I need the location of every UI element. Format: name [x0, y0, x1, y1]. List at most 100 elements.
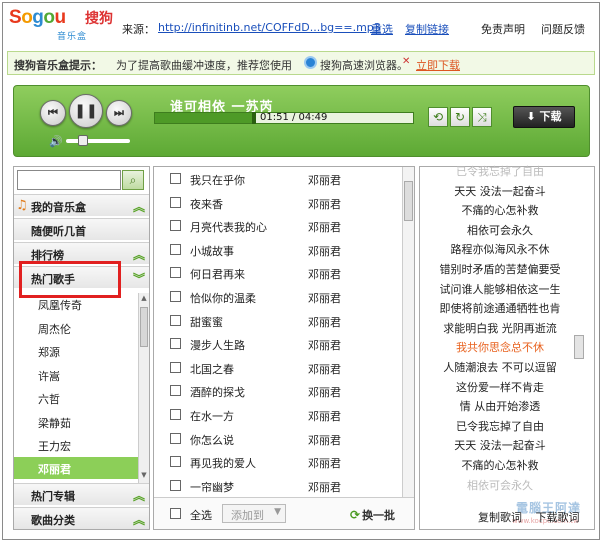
add-to-dropdown[interactable]: 添加到 ▼ — [222, 504, 286, 523]
song-artist[interactable]: 邓丽君 — [308, 172, 341, 188]
copy-lyrics-button[interactable]: 复制歌词 — [478, 511, 522, 524]
progress-knob[interactable] — [251, 112, 256, 124]
scroll-up-icon[interactable]: ▲ — [140, 294, 148, 304]
song-artist[interactable]: 邓丽君 — [308, 219, 341, 235]
song-artist[interactable]: 邓丽君 — [308, 361, 341, 377]
song-row[interactable]: 一帘幽梦 邓丽君 — [154, 475, 402, 499]
song-row[interactable]: 北国之春 邓丽君 — [154, 357, 402, 381]
artist-item[interactable]: 王力宏 — [14, 434, 138, 456]
download-button[interactable]: ⬇ 下载 — [513, 106, 575, 128]
song-name[interactable]: 你怎么说 — [190, 432, 234, 448]
repeat-button[interactable]: ⟲ — [428, 107, 448, 127]
song-checkbox[interactable] — [170, 338, 181, 350]
song-checkbox[interactable] — [170, 196, 181, 208]
chevron-up-icon[interactable]: ︽ — [133, 246, 145, 263]
volume-knob[interactable] — [78, 135, 88, 146]
song-artist[interactable]: 邓丽君 — [308, 384, 341, 400]
sidebar-hot-albums[interactable]: 热门专辑 ︽ — [14, 483, 149, 505]
download-lyrics-button[interactable]: 下载歌词 — [536, 511, 580, 524]
song-artist[interactable]: 邓丽君 — [308, 337, 341, 353]
lyrics-scrollbar[interactable] — [574, 335, 584, 359]
song-checkbox[interactable] — [170, 173, 181, 184]
chevron-up-icon[interactable]: ︽ — [133, 487, 145, 504]
artist-item[interactable]: 郑源 — [14, 340, 138, 362]
artist-item[interactable]: 许嵩 — [14, 364, 138, 386]
song-row[interactable]: 在水一方 邓丽君 — [154, 404, 402, 428]
volume-slider[interactable] — [66, 139, 130, 143]
song-name[interactable]: 恰似你的温柔 — [190, 290, 256, 306]
song-name[interactable]: 漫步人生路 — [190, 337, 245, 353]
chevron-down-icon[interactable]: ︾ — [133, 270, 145, 287]
song-name[interactable]: 一帘幽梦 — [190, 479, 234, 495]
song-list-scrollbar[interactable] — [402, 167, 414, 497]
artist-scrollbar[interactable]: ▲ ▼ — [138, 293, 149, 483]
shuffle-button[interactable]: ⤨ — [472, 107, 492, 127]
song-artist[interactable]: 邓丽君 — [308, 290, 341, 306]
song-checkbox[interactable] — [170, 220, 181, 232]
song-row[interactable]: 夜来香 邓丽君 — [154, 192, 402, 216]
sidebar-random[interactable]: 随便听几首 — [14, 218, 149, 240]
song-checkbox[interactable] — [170, 267, 181, 279]
chevron-up-icon[interactable]: ︽ — [133, 511, 145, 528]
song-checkbox[interactable] — [170, 361, 181, 373]
song-artist[interactable]: 邓丽君 — [308, 266, 341, 282]
sidebar-my-music[interactable]: ♫ 我的音乐盒 ︽ — [14, 194, 149, 216]
search-button[interactable]: ⌕ — [122, 170, 144, 190]
song-name[interactable]: 甜蜜蜜 — [190, 314, 223, 330]
download-now-link[interactable]: 立即下载 — [416, 57, 460, 73]
disclaimer-link[interactable]: 免责声明 — [481, 21, 525, 37]
song-name[interactable]: 何日君再来 — [190, 266, 245, 282]
song-checkbox[interactable] — [170, 291, 181, 302]
next-button[interactable]: ⏭ — [106, 100, 132, 126]
volume-icon[interactable]: 🔊 — [49, 135, 63, 148]
feedback-link[interactable]: 问题反馈 — [541, 21, 585, 37]
song-name[interactable]: 我只在乎你 — [190, 172, 245, 188]
song-checkbox[interactable] — [170, 314, 181, 326]
song-row[interactable]: 我只在乎你 邓丽君 — [154, 168, 402, 192]
loop-button[interactable]: ↻ — [450, 107, 470, 127]
song-checkbox[interactable] — [170, 409, 181, 420]
search-input[interactable] — [17, 170, 121, 190]
song-artist[interactable]: 邓丽君 — [308, 432, 341, 448]
source-url-link[interactable]: http://infinitinb.net/COFFdD...bg==.mp3 — [158, 21, 381, 34]
song-row[interactable]: 甜蜜蜜 邓丽君 — [154, 310, 402, 334]
song-name[interactable]: 月亮代表我的心 — [190, 219, 267, 235]
song-artist[interactable]: 邓丽君 — [308, 479, 341, 495]
sidebar-genres[interactable]: 歌曲分类 ︽ — [14, 507, 149, 529]
song-row[interactable]: 恰似你的温柔 邓丽君 — [154, 286, 402, 310]
song-artist[interactable]: 邓丽君 — [308, 243, 341, 259]
select-all-checkbox[interactable] — [170, 508, 181, 519]
song-checkbox[interactable] — [170, 456, 181, 468]
song-checkbox[interactable] — [170, 243, 181, 255]
refresh-button[interactable]: ⟳ 换一批 — [350, 507, 395, 523]
close-icon[interactable]: ✕ — [402, 56, 410, 67]
song-artist[interactable]: 邓丽君 — [308, 196, 341, 212]
song-name[interactable]: 北国之春 — [190, 361, 234, 377]
song-row[interactable]: 小城故事 邓丽君 — [154, 239, 402, 263]
song-row[interactable]: 何日君再来 邓丽君 — [154, 262, 402, 286]
song-name[interactable]: 夜来香 — [190, 196, 223, 212]
artist-item[interactable]: 六哲 — [14, 387, 138, 409]
scroll-thumb[interactable] — [140, 307, 148, 347]
prev-button[interactable]: ⏮ — [40, 100, 66, 126]
song-name[interactable]: 在水一方 — [190, 408, 234, 424]
progress-bar[interactable]: 01:51 / 04:49 — [154, 112, 414, 124]
artist-item-active[interactable]: 邓丽君 — [14, 457, 138, 479]
song-artist[interactable]: 邓丽君 — [308, 408, 341, 424]
song-checkbox[interactable] — [170, 385, 181, 397]
song-row[interactable]: 酒醉的探戈 邓丽君 — [154, 380, 402, 404]
song-artist[interactable]: 邓丽君 — [308, 314, 341, 330]
song-row[interactable]: 漫步人生路 邓丽君 — [154, 333, 402, 357]
song-name[interactable]: 小城故事 — [190, 243, 234, 259]
song-checkbox[interactable] — [170, 479, 181, 491]
artist-item[interactable]: 周杰伦 — [14, 317, 138, 339]
song-checkbox[interactable] — [170, 432, 181, 444]
song-row[interactable]: 你怎么说 邓丽君 — [154, 428, 402, 452]
copy-link-link[interactable]: 复制链接 — [405, 21, 449, 37]
song-row[interactable]: 月亮代表我的心 邓丽君 — [154, 215, 402, 239]
song-row[interactable]: 再见我的爱人 邓丽君 — [154, 451, 402, 475]
scroll-down-icon[interactable]: ▼ — [140, 471, 148, 481]
retry-link[interactable]: 重选 — [371, 21, 393, 37]
scroll-thumb[interactable] — [404, 181, 413, 221]
song-artist[interactable]: 邓丽君 — [308, 455, 341, 471]
